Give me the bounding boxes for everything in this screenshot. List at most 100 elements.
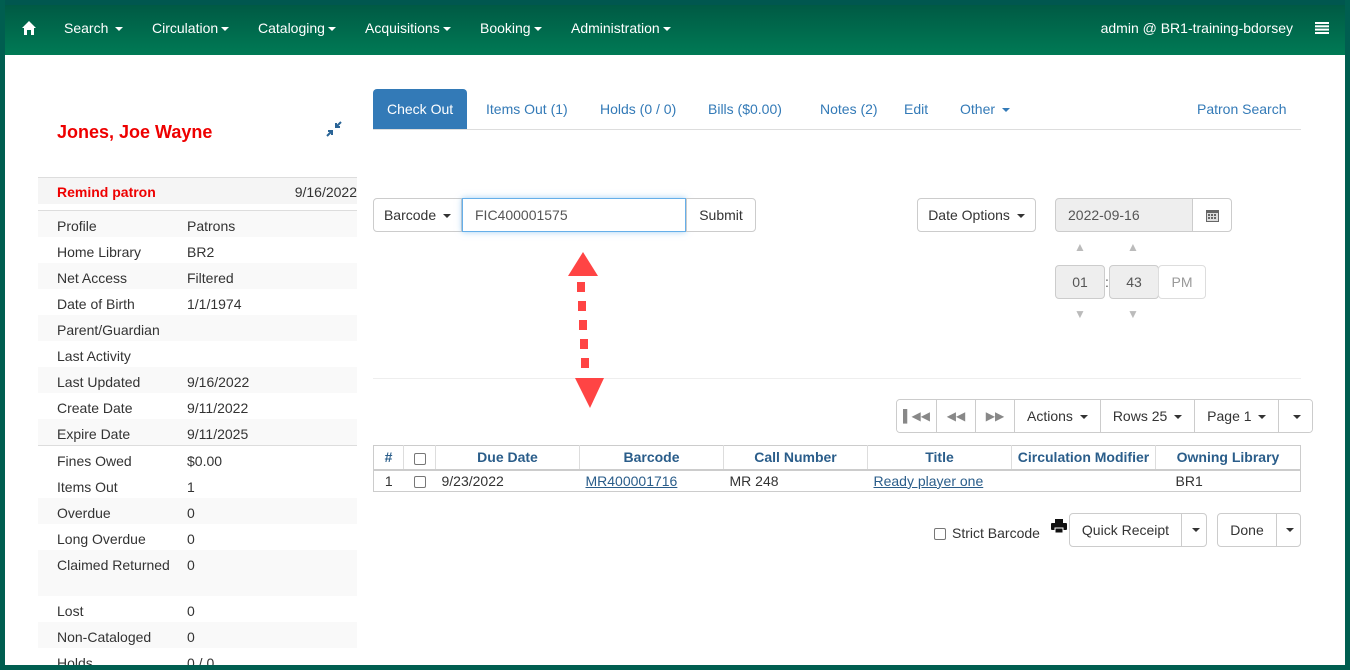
- tab-bills[interactable]: Bills ($0.00): [694, 89, 796, 129]
- tab-edit[interactable]: Edit: [890, 89, 942, 129]
- tab-notes[interactable]: Notes (2): [806, 89, 892, 129]
- row-select-cell[interactable]: [404, 470, 436, 492]
- circ-modifier-cell: [1012, 470, 1156, 492]
- summary-row: Lost 0: [38, 596, 357, 622]
- summary-value: Patrons: [187, 218, 236, 234]
- nav-search[interactable]: Search: [64, 20, 124, 36]
- submit-button[interactable]: Submit: [686, 198, 756, 232]
- nav-acquisitions[interactable]: Acquisitions: [365, 20, 451, 36]
- summary-row: Fines Owed $0.00: [38, 446, 357, 472]
- nav-search-label: Search: [64, 20, 109, 36]
- strict-barcode-option[interactable]: Strict Barcode: [934, 525, 1040, 541]
- page-dropdown[interactable]: Page 1: [1194, 400, 1279, 432]
- nav-circulation[interactable]: Circulation: [152, 20, 230, 36]
- tab-other[interactable]: Other: [946, 89, 1024, 129]
- column-header-call-number[interactable]: Call Number: [723, 445, 868, 471]
- patron-summary-table: Profile Patrons Home Library BR2 Net Acces…: [38, 210, 357, 446]
- collapse-arrows-icon[interactable]: [325, 120, 343, 138]
- calendar-button[interactable]: [1192, 198, 1232, 232]
- summary-key: Items Out: [57, 479, 118, 495]
- patron-search-link[interactable]: Patron Search: [1197, 101, 1287, 117]
- page-label: Page 1: [1207, 408, 1252, 424]
- summary-key: Overdue: [57, 505, 111, 521]
- tab-holds[interactable]: Holds (0 / 0): [586, 89, 690, 129]
- summary-value: 9/11/2022: [187, 400, 249, 416]
- actions-dropdown[interactable]: Actions: [1014, 400, 1100, 432]
- next-page-button[interactable]: ▶▶: [975, 400, 1014, 432]
- previous-page-button[interactable]: ◀◀: [936, 400, 975, 432]
- column-header-circulation-modifier[interactable]: Circulation Modifier: [1011, 445, 1156, 471]
- column-header-barcode[interactable]: Barcode: [579, 445, 724, 471]
- caret-down-icon: [1016, 214, 1025, 219]
- summary-value: 9/11/2025: [187, 426, 249, 442]
- minute-field[interactable]: 43: [1109, 265, 1159, 299]
- strict-barcode-checkbox[interactable]: [934, 528, 946, 541]
- patron-alert-date: 9/16/2022: [294, 184, 357, 200]
- tab-items-out[interactable]: Items Out (1): [472, 89, 582, 129]
- summary-row: Expire Date 9/11/2025: [38, 419, 357, 445]
- next-page-icon: ▶▶: [985, 409, 1005, 423]
- summary-key: Last Activity: [57, 348, 131, 364]
- rows-per-page-dropdown[interactable]: Rows 25: [1099, 400, 1195, 432]
- first-page-button[interactable]: ▌◀◀: [897, 400, 936, 432]
- barcode-link[interactable]: MR400001716: [586, 473, 678, 489]
- summary-value: 1/1/1974: [187, 296, 242, 312]
- nav-administration[interactable]: Administration: [571, 20, 671, 36]
- caret-down-icon: [1174, 415, 1183, 420]
- summary-row: Parent/Guardian: [38, 315, 357, 341]
- summary-key: Holds: [57, 655, 93, 665]
- done-button[interactable]: Done: [1217, 513, 1277, 547]
- quick-receipt-options-toggle[interactable]: [1181, 513, 1207, 547]
- date-options-label: Date Options: [928, 207, 1010, 223]
- ampm-toggle[interactable]: PM: [1158, 265, 1206, 299]
- summary-value: 1: [187, 479, 195, 495]
- list-menu-icon[interactable]: [1315, 22, 1329, 34]
- summary-row: Create Date 9/11/2022: [38, 393, 357, 419]
- barcode-input[interactable]: [462, 198, 686, 232]
- first-page-icon: ▌◀◀: [903, 409, 930, 423]
- strict-barcode-label: Strict Barcode: [952, 525, 1040, 541]
- caret-down-icon: [1191, 528, 1200, 533]
- home-icon[interactable]: [21, 20, 37, 36]
- quick-receipt-button[interactable]: Quick Receipt: [1069, 513, 1182, 547]
- column-header-select-all[interactable]: [403, 445, 436, 471]
- caret-down-icon: [533, 27, 542, 32]
- hour-decrement-chevron-down-icon[interactable]: ▼: [1070, 307, 1090, 321]
- grid-header-row: # Due Date Barcode Call Number Title Cir…: [373, 445, 1301, 471]
- minute-decrement-chevron-down-icon[interactable]: ▼: [1123, 307, 1143, 321]
- tab-check-out[interactable]: Check Out: [373, 89, 468, 129]
- summary-row: Holds 0 / 0: [38, 648, 357, 665]
- table-row[interactable]: 1 9/23/2022 MR400001716 MR 248 Ready pla…: [374, 470, 1301, 492]
- summary-value: 0: [187, 557, 195, 573]
- barcode-type-dropdown[interactable]: Barcode: [373, 198, 462, 232]
- date-options-dropdown[interactable]: Date Options: [917, 198, 1036, 232]
- due-date-input[interactable]: 2022-09-16: [1055, 198, 1193, 232]
- hour-increment-chevron-up-icon[interactable]: ▲: [1070, 240, 1090, 254]
- summary-key: Date of Birth: [57, 296, 135, 312]
- hour-field[interactable]: 01: [1055, 265, 1105, 299]
- nav-booking[interactable]: Booking: [480, 20, 542, 36]
- select-all-checkbox[interactable]: [413, 452, 426, 465]
- summary-row: Last Updated 9/16/2022: [38, 367, 357, 393]
- row-checkbox[interactable]: [413, 476, 426, 489]
- column-header-due-date[interactable]: Due Date: [435, 445, 580, 471]
- column-options-dropdown[interactable]: [1278, 400, 1313, 432]
- done-options-toggle[interactable]: [1276, 513, 1301, 547]
- summary-key: Non-Cataloged: [57, 629, 152, 645]
- current-user-workstation[interactable]: admin @ BR1-training-bdorsey: [1101, 20, 1293, 36]
- summary-row: Overdue 0: [38, 498, 357, 524]
- caret-down-icon: [442, 27, 451, 32]
- column-header-title[interactable]: Title: [867, 445, 1012, 471]
- section-divider: [373, 378, 1301, 379]
- caret-down-icon: [443, 214, 452, 219]
- column-header-owning-library[interactable]: Owning Library: [1155, 445, 1301, 471]
- minute-increment-chevron-up-icon[interactable]: ▲: [1123, 240, 1143, 254]
- nav-booking-label: Booking: [480, 20, 531, 36]
- patron-stats-table: Fines Owed $0.00 Items Out 1 Overdue 0 Long…: [38, 446, 357, 665]
- grid-toolbar: ▌◀◀ ◀◀ ▶▶ Actions Rows 25 Page 1: [896, 399, 1314, 433]
- nav-cataloging[interactable]: Cataloging: [258, 20, 336, 36]
- summary-key: Expire Date: [57, 426, 131, 442]
- summary-key: Fines Owed: [57, 453, 132, 469]
- title-link[interactable]: Ready player one: [874, 473, 984, 489]
- caret-down-icon: [662, 27, 671, 32]
